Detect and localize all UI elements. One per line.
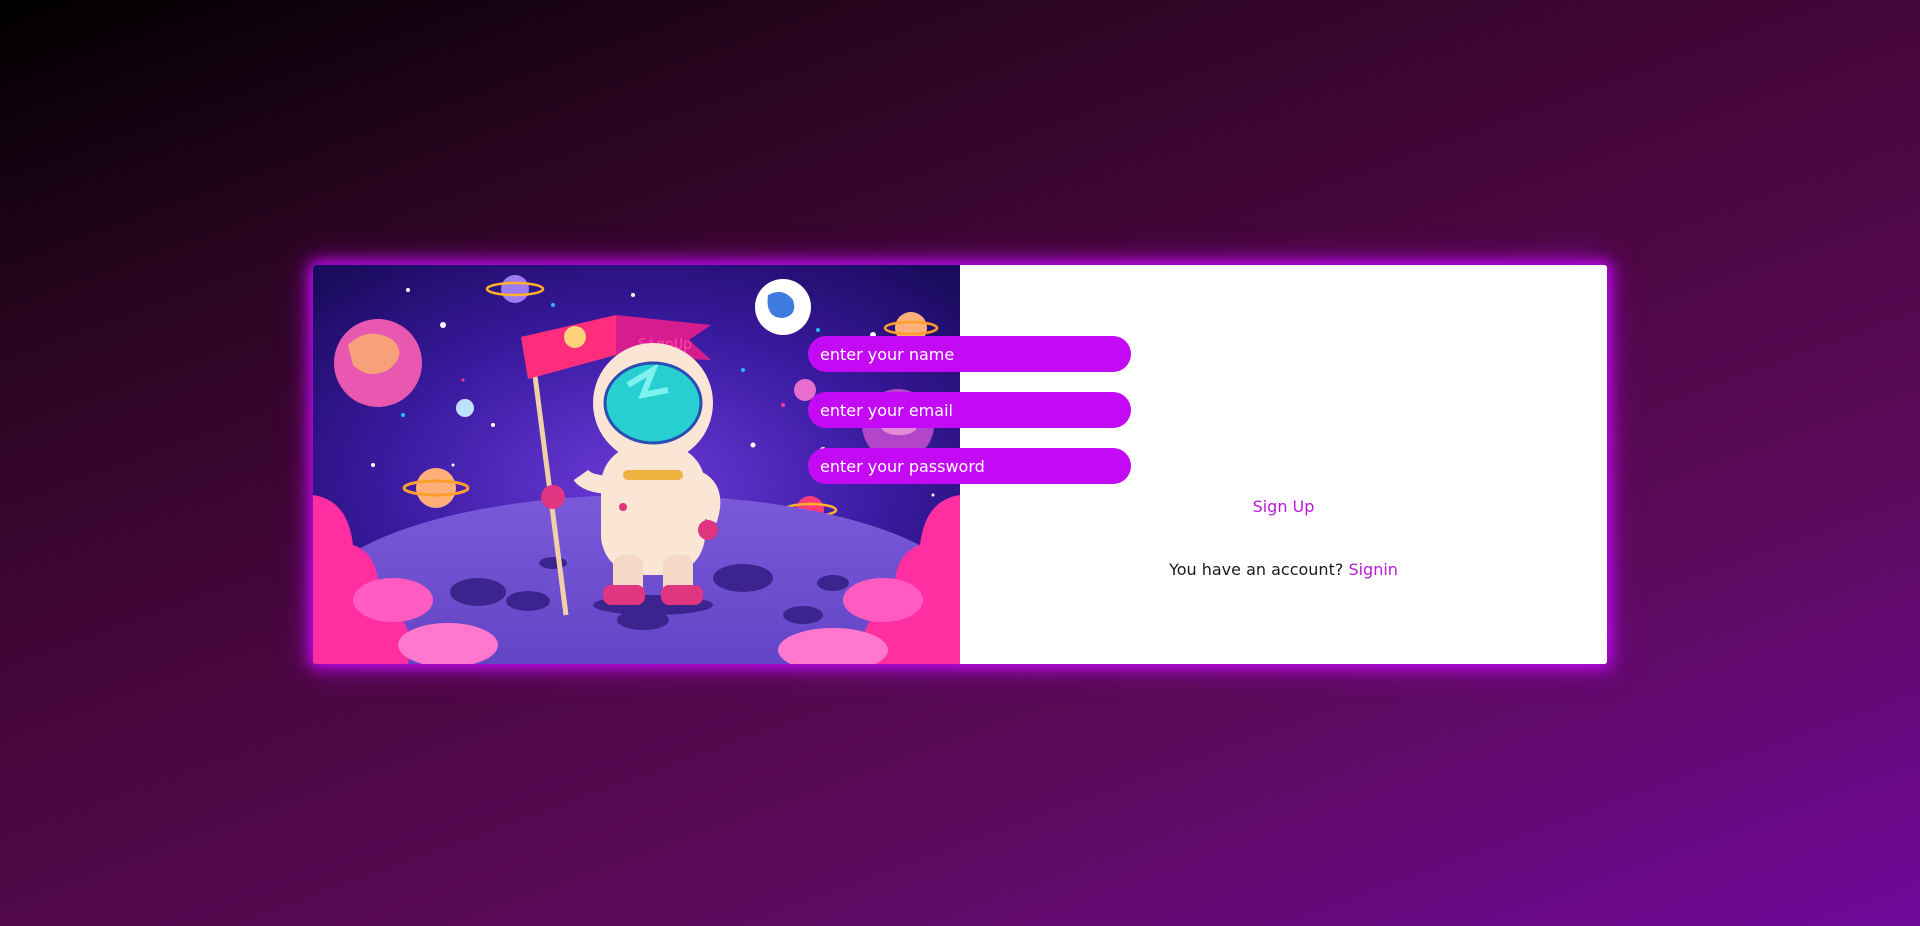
password-input[interactable] (808, 448, 1131, 484)
signin-link[interactable]: Signin (1348, 560, 1397, 579)
account-prompt-text: You have an account? (1169, 560, 1344, 579)
signin-prompt: You have an account? Signin (960, 560, 1607, 579)
sign-up-button[interactable]: Sign Up (960, 496, 1607, 517)
name-input[interactable] (808, 336, 1131, 372)
email-input[interactable] (808, 392, 1131, 428)
